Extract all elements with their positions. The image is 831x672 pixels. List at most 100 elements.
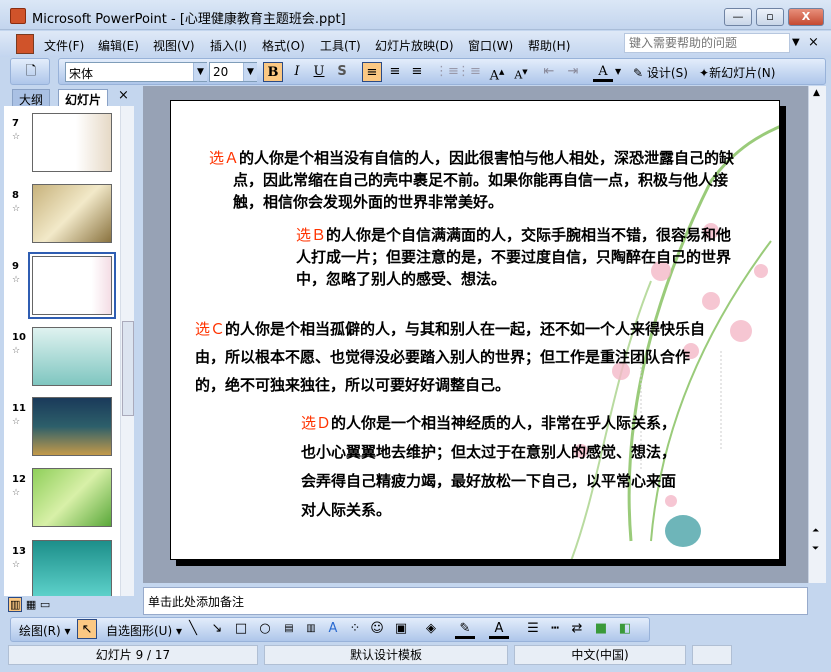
document-icon[interactable]	[16, 34, 34, 54]
thumb-number: 13	[12, 546, 26, 557]
font-size-dropdown-icon[interactable]: ▼	[243, 63, 257, 81]
arrow-style-icon[interactable]: ⇄	[567, 619, 587, 639]
option-a-label: 选Ａ	[209, 149, 240, 167]
autoshapes-label: 自选图形(U)	[106, 624, 173, 638]
menu-window[interactable]: 窗口(W)	[468, 37, 513, 54]
menu-slideshow[interactable]: 幻灯片放映(D)	[375, 37, 454, 54]
oval-icon[interactable]: ○	[255, 619, 275, 639]
slide-thumbnail-10[interactable]	[32, 327, 112, 386]
menu-tools[interactable]: 工具(T)	[320, 37, 361, 54]
fill-color-icon[interactable]: ◈	[421, 619, 441, 639]
line-style-icon[interactable]: ☰	[523, 619, 543, 639]
powerpoint-app-icon[interactable]	[10, 8, 26, 24]
font-size-value: 20	[213, 65, 229, 79]
line-icon[interactable]: ╲	[183, 619, 203, 639]
title-bar: Microsoft PowerPoint - [心理健康教育主题班会.ppt] …	[0, 0, 831, 30]
decrease-font-icon[interactable]: A▼	[511, 62, 531, 82]
animation-star-icon: ☆	[12, 204, 21, 214]
clipart-icon[interactable]: ☺	[367, 619, 387, 639]
design-button[interactable]: ✎ 设计(S)	[633, 64, 688, 81]
slide-scrollbar[interactable]: ▲ ⏶ ⏷	[808, 86, 826, 583]
status-template: 默认设计模板	[264, 645, 508, 665]
next-slide-icon[interactable]: ⏷	[812, 544, 819, 554]
slide-thumbnail-9[interactable]	[28, 252, 116, 319]
slideshow-view-icon[interactable]: ▭	[40, 598, 50, 611]
font-color-dropdown-icon[interactable]: ▼	[615, 67, 621, 76]
option-d-label: 选Ｄ	[301, 414, 332, 432]
increase-font-icon[interactable]: A▲	[487, 62, 507, 83]
font-value: 宋体	[69, 67, 94, 81]
picture-icon[interactable]: ▣	[391, 619, 411, 639]
tab-outline[interactable]: 大纲	[12, 89, 51, 107]
slide-sorter-view-icon[interactable]: ▦	[26, 598, 36, 611]
slide-thumbnail-13[interactable]	[32, 540, 112, 596]
option-c-text: 的人你是个相当孤僻的人，与其和别人在一起，还不如一个人来得快乐自由，所以根本不愿…	[195, 320, 706, 394]
shadow-style-icon[interactable]: ■	[591, 619, 611, 639]
slide-thumbnail-12[interactable]	[32, 468, 112, 527]
menu-edit[interactable]: 编辑(E)	[98, 37, 139, 54]
shadow-button[interactable]: S	[332, 62, 352, 82]
standard-toolbar: 🗋	[10, 58, 50, 85]
animation-star-icon: ☆	[12, 560, 21, 570]
minimize-button[interactable]: —	[724, 8, 752, 26]
slide-canvas[interactable]: 选Ａ的人你是个相当没有自信的人，因此很害怕与他人相处，深恐泄露自己的缺点，因此常…	[170, 100, 780, 560]
tab-slides[interactable]: 幻灯片	[58, 89, 109, 107]
slide-thumbnail-11[interactable]	[32, 397, 112, 456]
close-button[interactable]: X	[788, 8, 824, 26]
vertical-textbox-icon[interactable]: ▥	[301, 619, 321, 639]
option-d-text: 的人你是一个相当神经质的人，非常在乎人际关系，也小心翼翼地去维护；但太过于在意别…	[301, 414, 677, 519]
diagram-icon[interactable]: ⁘	[345, 619, 365, 639]
font-select[interactable]: 宋体	[65, 62, 207, 82]
scrollbar-thumb[interactable]	[122, 321, 134, 416]
autoshapes-button[interactable]: 自选图形(U) ▾	[106, 622, 182, 639]
restore-button[interactable]: ▫	[756, 8, 784, 26]
select-pointer-icon[interactable]: ↖	[77, 619, 97, 639]
align-center-icon[interactable]: ≡	[385, 62, 405, 82]
menu-file[interactable]: 文件(F)	[44, 37, 84, 54]
slide-thumbnail-8[interactable]	[32, 184, 112, 243]
line-color-icon[interactable]: ✎	[455, 619, 475, 639]
increase-indent-icon[interactable]: ⇥	[563, 62, 583, 82]
dash-style-icon[interactable]: ┅	[545, 619, 565, 639]
new-document-icon[interactable]: 🗋	[21, 62, 41, 82]
help-dropdown-icon[interactable]: ▼	[792, 37, 800, 48]
close-document-button[interactable]: ×	[808, 35, 819, 50]
menu-insert[interactable]: 插入(I)	[210, 37, 247, 54]
numbering-icon[interactable]: ⋮≡	[435, 62, 459, 82]
animation-star-icon: ☆	[12, 275, 21, 285]
bold-button[interactable]: B	[263, 62, 283, 82]
new-slide-icon: ✦	[699, 66, 710, 80]
align-right-icon[interactable]: ≡	[407, 62, 427, 82]
font-color-icon[interactable]: A	[593, 62, 613, 82]
font-color-draw-icon[interactable]: A	[489, 619, 509, 639]
design-icon: ✎	[633, 66, 644, 80]
thumbnail-scrollbar[interactable]	[120, 106, 134, 596]
bullets-icon[interactable]: ⋮≡	[457, 62, 481, 82]
menu-view[interactable]: 视图(V)	[153, 37, 195, 54]
italic-button[interactable]: I	[287, 62, 307, 82]
option-c-label: 选Ｃ	[195, 320, 226, 338]
font-dropdown-icon[interactable]: ▼	[193, 63, 207, 81]
paragraph-d: 选Ｄ的人你是一个相当神经质的人，非常在乎人际关系，也小心翼翼地去维护；但太过于在…	[301, 409, 681, 525]
slide-thumbnail-7[interactable]	[32, 113, 112, 172]
previous-slide-icon[interactable]: ⏶	[812, 526, 819, 536]
decrease-indent-icon[interactable]: ⇤	[539, 62, 559, 82]
normal-view-icon[interactable]: ▥	[8, 597, 23, 612]
align-left-icon[interactable]: ≡	[362, 62, 382, 82]
draw-menu-button[interactable]: 绘图(R) ▾	[19, 622, 71, 639]
textbox-icon[interactable]: ▤	[279, 619, 299, 639]
arrow-icon[interactable]: ↘	[207, 619, 227, 639]
close-pane-button[interactable]: ×	[118, 88, 129, 103]
menu-help[interactable]: 帮助(H)	[528, 37, 570, 54]
wordart-icon[interactable]: A	[323, 619, 343, 639]
3d-style-icon[interactable]: ◧	[615, 619, 635, 639]
design-label: 设计(S)	[646, 66, 688, 80]
help-search-input[interactable]	[624, 33, 790, 53]
underline-button[interactable]: U	[309, 62, 329, 82]
view-buttons: ▥ ▦ ▭	[8, 597, 136, 614]
notes-field[interactable]: 单击此处添加备注	[143, 587, 808, 615]
menu-format[interactable]: 格式(O)	[262, 37, 305, 54]
rectangle-icon[interactable]: □	[231, 619, 251, 639]
new-slide-button[interactable]: ✦新幻灯片(N)	[699, 64, 775, 81]
scroll-up-icon[interactable]: ▲	[813, 88, 820, 98]
